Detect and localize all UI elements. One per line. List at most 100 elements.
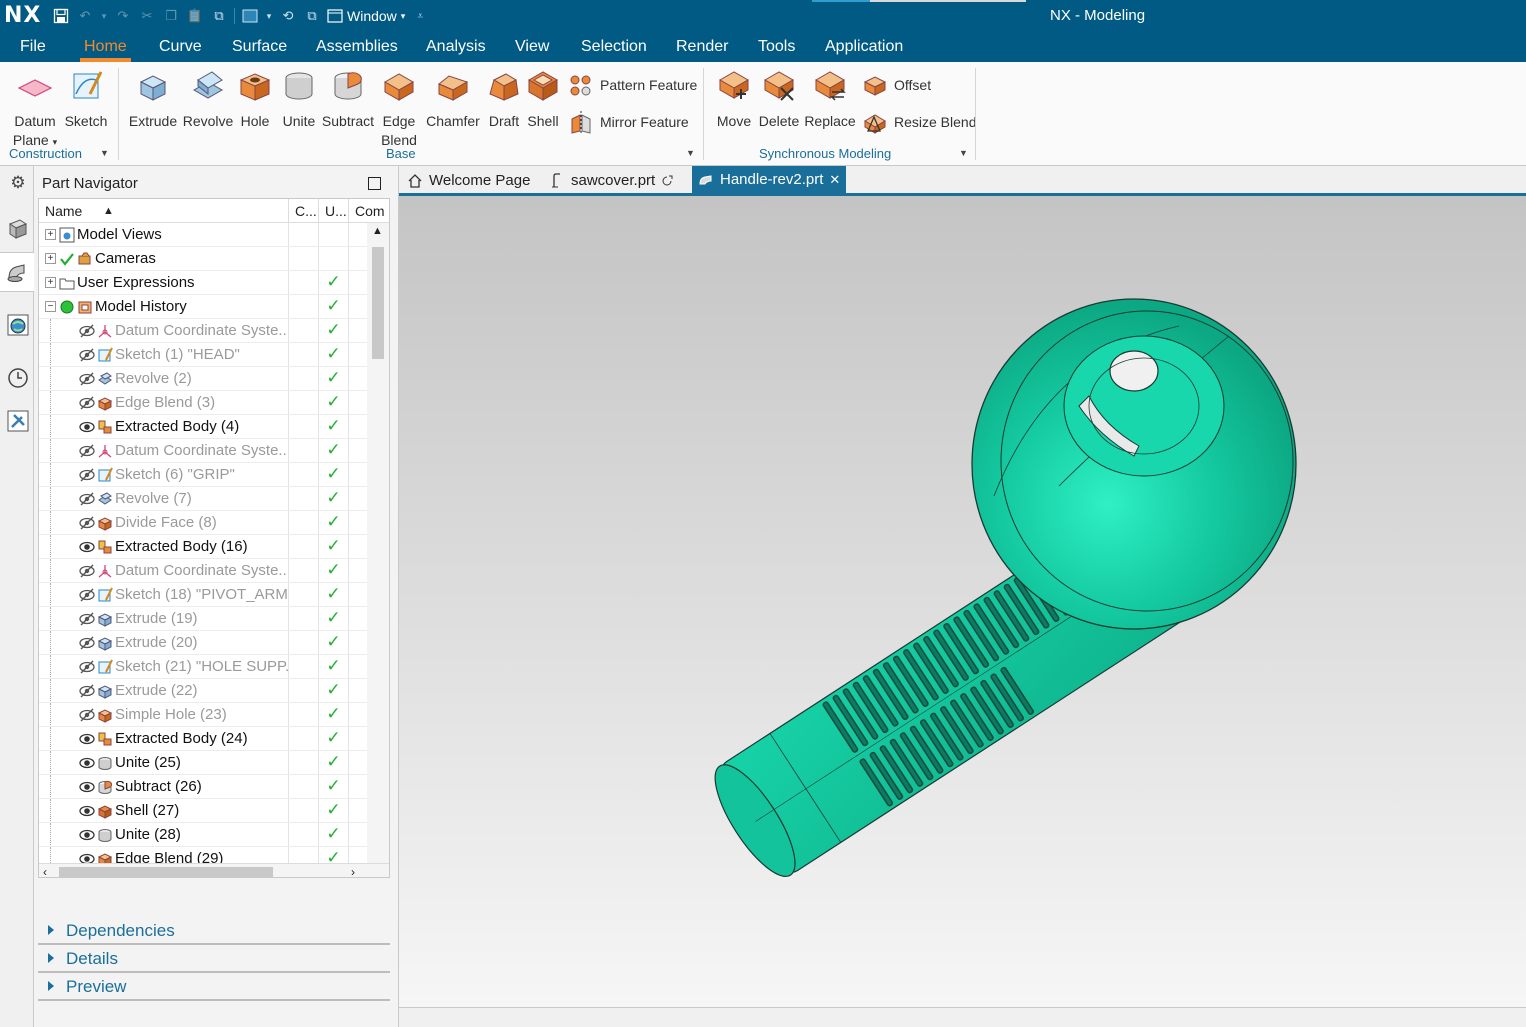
visibility-hidden-icon[interactable] (79, 707, 95, 726)
visibility-shown-icon[interactable] (79, 803, 95, 822)
undo-dropdown-icon[interactable]: ▾ (100, 7, 108, 25)
switch-window-icon[interactable]: ⧉ (303, 7, 321, 25)
sync-more-icon[interactable]: ▼ (959, 148, 968, 158)
view-style-icon[interactable] (241, 7, 259, 25)
expand-toggle-icon[interactable]: − (45, 301, 56, 312)
tab-file[interactable]: File (16, 32, 50, 62)
tree-row[interactable]: Datum Coordinate Syste... ✓ (39, 319, 367, 343)
tree-row[interactable]: Extracted Body (16) ✓ (39, 535, 367, 559)
tree-row[interactable]: + Model Views (39, 223, 367, 247)
column-header-current[interactable]: C... (289, 199, 319, 223)
history-icon[interactable] (5, 365, 31, 391)
tab-render[interactable]: Render (672, 32, 732, 62)
horizontal-scroll-thumb[interactable] (59, 867, 273, 877)
visibility-hidden-icon[interactable] (79, 563, 95, 582)
visibility-hidden-icon[interactable] (79, 323, 95, 342)
visibility-shown-icon[interactable] (79, 539, 95, 558)
tree-row[interactable]: Unite (25) ✓ (39, 751, 367, 775)
visibility-shown-icon[interactable] (79, 827, 95, 846)
column-header-uptodate[interactable]: U... (319, 199, 349, 223)
visibility-hidden-icon[interactable] (79, 395, 95, 414)
vertical-scroll-thumb[interactable] (372, 247, 384, 359)
tree-row[interactable]: Subtract (26) ✓ (39, 775, 367, 799)
delete-face-button[interactable]: Delete (756, 68, 802, 131)
tree-row[interactable]: Edge Blend (3) ✓ (39, 391, 367, 415)
tree-row[interactable]: Extrude (20) ✓ (39, 631, 367, 655)
scroll-left-icon[interactable]: ‹ (43, 865, 47, 877)
mirror-feature-button[interactable]: Mirror Feature (568, 109, 689, 135)
tree-row[interactable]: Sketch (1) "HEAD" ✓ (39, 343, 367, 367)
roles-icon[interactable] (5, 408, 31, 434)
customize-toolbar-icon[interactable]: ⩡ (411, 7, 429, 25)
tab-analysis[interactable]: Analysis (422, 32, 490, 62)
visibility-hidden-icon[interactable] (79, 491, 95, 510)
revolve-button[interactable]: Revolve (182, 68, 234, 131)
close-tab-icon[interactable]: ✕ (829, 172, 840, 188)
visibility-hidden-icon[interactable] (79, 443, 95, 462)
visibility-hidden-icon[interactable] (79, 347, 95, 366)
tree-row[interactable]: Revolve (7) ✓ (39, 487, 367, 511)
web-browser-icon[interactable] (5, 312, 31, 338)
tree-row[interactable]: Extrude (19) ✓ (39, 607, 367, 631)
tab-application[interactable]: Application (821, 32, 907, 62)
tab-view[interactable]: View (511, 32, 553, 62)
visibility-shown-icon[interactable] (79, 755, 95, 774)
vertical-scrollbar[interactable]: ▲ ▼ (367, 223, 389, 877)
tree-row[interactable]: Unite (28) ✓ (39, 823, 367, 847)
visibility-shown-icon[interactable] (79, 779, 95, 798)
paste-icon[interactable]: 📋 (186, 7, 204, 25)
base-more-icon[interactable]: ▼ (686, 148, 695, 158)
hole-button[interactable]: Hole (236, 68, 274, 131)
tab-selection[interactable]: Selection (577, 32, 651, 62)
replace-face-button[interactable]: Replace (802, 68, 858, 131)
expand-toggle-icon[interactable]: + (45, 277, 56, 288)
construction-more-icon[interactable]: ▼ (100, 148, 109, 158)
tree-row[interactable]: Extracted Body (24) ✓ (39, 727, 367, 751)
visibility-shown-icon[interactable] (79, 731, 95, 750)
repeat-command-icon[interactable]: ⧉ (210, 7, 228, 25)
draft-button[interactable]: Draft (484, 68, 524, 131)
tab-home[interactable]: Home (80, 32, 131, 62)
resize-blend-button[interactable]: Resize Blend (862, 109, 977, 135)
tree-row[interactable]: Datum Coordinate Syste... ✓ (39, 559, 367, 583)
visibility-hidden-icon[interactable] (79, 683, 95, 702)
tree-row[interactable]: Datum Coordinate Syste... ✓ (39, 439, 367, 463)
tree-row[interactable]: Extracted Body (4) ✓ (39, 415, 367, 439)
chamfer-button[interactable]: Chamfer (424, 68, 482, 131)
tab-sawcover-prt[interactable]: sawcover.prt (545, 168, 679, 193)
tree-row[interactable]: Sketch (6) "GRIP" ✓ (39, 463, 367, 487)
redo-icon[interactable]: ↷ (114, 7, 132, 25)
touch-mode-icon[interactable]: ⟲ (279, 7, 297, 25)
tab-welcome-page[interactable]: Welcome Page (401, 168, 536, 193)
tree-row[interactable]: Simple Hole (23) ✓ (39, 703, 367, 727)
extrude-button[interactable]: Extrude (128, 68, 178, 131)
view-style-dropdown-icon[interactable]: ▾ (265, 7, 273, 25)
save-icon[interactable] (52, 7, 70, 25)
pattern-feature-button[interactable]: Pattern Feature (568, 72, 697, 98)
tab-surface[interactable]: Surface (228, 32, 291, 62)
visibility-hidden-icon[interactable] (79, 587, 95, 606)
sketch-button[interactable]: Sketch (62, 68, 110, 131)
window-menu[interactable]: Window ▾ (327, 8, 405, 24)
undo-icon[interactable]: ↶ (76, 7, 94, 25)
part-navigator-icon[interactable] (0, 252, 34, 292)
graphics-window[interactable] (399, 196, 1526, 1008)
scroll-right-icon[interactable]: › (351, 865, 355, 877)
tree-row[interactable]: Sketch (18) "PIVOT_ARM" ✓ (39, 583, 367, 607)
move-face-button[interactable]: Move (712, 68, 756, 131)
tree-row[interactable]: + Cameras (39, 247, 367, 271)
tab-curve[interactable]: Curve (155, 32, 206, 62)
visibility-hidden-icon[interactable] (79, 659, 95, 678)
tab-tools[interactable]: Tools (754, 32, 799, 62)
tree-row[interactable]: Shell (27) ✓ (39, 799, 367, 823)
maximize-icon[interactable] (368, 177, 381, 190)
tree-row[interactable]: + User Expressions ✓ (39, 271, 367, 295)
resource-bar-settings-icon[interactable]: ⚙ (5, 170, 31, 196)
subtract-button[interactable]: Subtract (320, 68, 376, 131)
visibility-hidden-icon[interactable] (79, 371, 95, 390)
unite-button[interactable]: Unite (278, 68, 320, 131)
tree-row[interactable]: Sketch (21) "HOLE SUPP... ✓ (39, 655, 367, 679)
visibility-hidden-icon[interactable] (79, 611, 95, 630)
offset-region-button[interactable]: Offset (862, 72, 931, 98)
datum-plane-button[interactable]: Datum Plane ▾ (8, 68, 62, 152)
